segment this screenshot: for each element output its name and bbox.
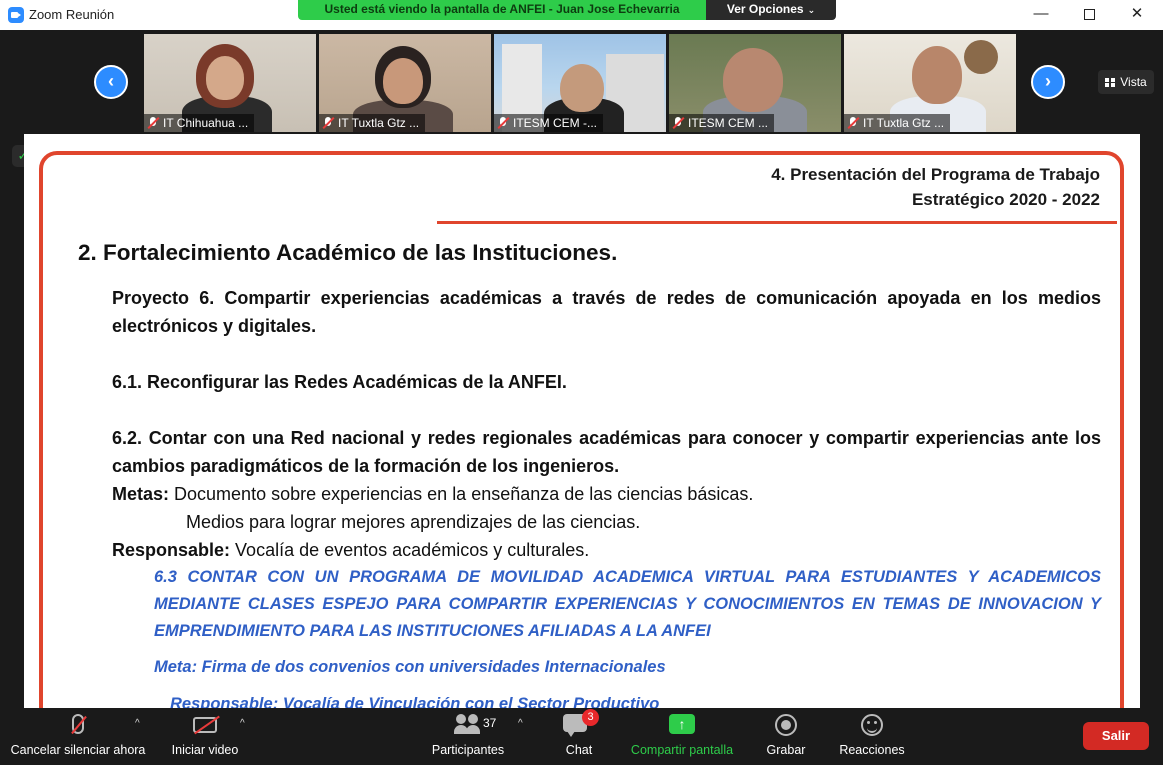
window-title: Zoom Reunión (29, 7, 115, 22)
mic-muted-icon (673, 117, 683, 129)
maximize-button[interactable] (1066, 0, 1112, 30)
responsable-line: Responsable: Vocalía de eventos académic… (112, 536, 1101, 564)
minimize-button[interactable]: — (1018, 0, 1064, 30)
chat-label: Chat (565, 743, 593, 757)
video-options-caret[interactable]: ^ (240, 718, 245, 729)
participant-name: IT Chihuahua ... (144, 114, 255, 132)
share-screen-button[interactable]: ↑ Compartir pantalla (626, 708, 738, 765)
maximize-icon (1083, 9, 1095, 20)
leave-button[interactable]: Salir (1083, 722, 1149, 750)
participant-tile[interactable]: ITESM CEM -... (494, 34, 666, 132)
participants-button[interactable]: 37 Participantes (420, 708, 516, 765)
slide-header-line1: 4. Presentación del Programa de Trabajo (771, 165, 1100, 184)
mic-muted-icon (323, 117, 333, 129)
record-icon (775, 714, 797, 736)
participant-name: ITESM CEM ... (669, 114, 775, 132)
start-video-label: Iniciar video (171, 743, 239, 757)
chevron-down-icon: ⌄ (807, 5, 816, 15)
slide-header: 4. Presentación del Programa de Trabajo … (771, 162, 1100, 212)
grid-icon (1105, 78, 1116, 87)
view-options-label: Ver Opciones (726, 2, 804, 16)
record-label: Grabar (766, 743, 806, 757)
unmute-button[interactable]: Cancelar silenciar ahora (8, 708, 148, 765)
participants-options-caret[interactable]: ^ (518, 718, 523, 729)
meta-6-3: Meta: Firma de dos convenios con univers… (154, 658, 666, 676)
metas-line: Metas: Documento sobre experiencias en l… (112, 480, 1101, 508)
view-label: Vista (1120, 75, 1147, 89)
participant-name: IT Tuxtla Gtz ... (319, 114, 426, 132)
responsable-6-3: Responsable: Vocalía de Vinculación con … (170, 695, 660, 708)
prev-participants-button[interactable]: ‹ (94, 65, 128, 99)
proyecto-text: Proyecto 6. Compartir experiencias acadé… (112, 288, 1101, 336)
header-divider (437, 221, 1117, 224)
microphone-muted-icon (72, 714, 84, 734)
metas-label: Metas: (112, 484, 170, 504)
responsable-value: Vocalía de eventos académicos y cultural… (235, 540, 590, 560)
audio-options-caret[interactable]: ^ (135, 718, 140, 729)
zoom-app-icon (8, 7, 24, 23)
participant-tile[interactable]: IT Chihuahua ... (144, 34, 316, 132)
sharing-banner: Usted está viendo la pantalla de ANFEI -… (298, 0, 706, 20)
participant-name: ITESM CEM -... (494, 114, 603, 132)
participant-tile[interactable]: IT Tuxtla Gtz ... (844, 34, 1016, 132)
item-6-3: 6.3 CONTAR CON UN PROGRAMA DE MOVILIDAD … (154, 568, 1101, 640)
title-bar: Zoom Reunión Usted está viendo la pantal… (0, 0, 1163, 30)
view-button[interactable]: Vista (1098, 70, 1154, 94)
video-strip: ‹ IT Chihuahua ... IT Tuxtla Gtz ... ITE… (0, 30, 1163, 134)
share-screen-label: Compartir pantalla (630, 743, 734, 757)
participant-name: IT Tuxtla Gtz ... (844, 114, 951, 132)
participant-name-label: ITESM CEM ... (688, 116, 769, 130)
meeting-toolbar: Cancelar silenciar ahora ^ Iniciar video… (0, 708, 1163, 765)
participant-name-label: ITESM CEM -... (513, 116, 597, 130)
mic-muted-icon (498, 117, 508, 129)
participant-tile[interactable]: ITESM CEM ... (669, 34, 841, 132)
start-video-button[interactable]: Iniciar video (160, 708, 250, 765)
metas-value: Documento sobre experiencias en la enseñ… (174, 484, 754, 504)
camera-off-icon (193, 717, 217, 733)
reactions-label: Reacciones (839, 743, 905, 757)
participant-tile[interactable]: IT Tuxtla Gtz ... (319, 34, 491, 132)
view-options-button[interactable]: Ver Opciones ⌄ (706, 0, 836, 20)
item-6-1: 6.1. Reconfigurar las Redes Académicas d… (112, 372, 567, 392)
slide-header-line2: Estratégico 2020 - 2022 (911, 190, 1100, 209)
responsable-label: Responsable: (112, 540, 231, 560)
mic-muted-icon (148, 117, 158, 129)
participants-icon (454, 714, 482, 734)
unmute-label: Cancelar silenciar ahora (10, 743, 146, 757)
participant-name-label: IT Tuxtla Gtz ... (863, 116, 945, 130)
reactions-button[interactable]: Reacciones (836, 708, 908, 765)
share-screen-icon: ↑ (669, 714, 695, 734)
chat-unread-badge: 3 (582, 709, 599, 726)
participant-name-label: IT Chihuahua ... (163, 116, 249, 130)
metas-line-2: Medios para lograr mejores aprendizajes … (186, 512, 641, 532)
record-button[interactable]: Grabar (756, 708, 816, 765)
shared-screen: 4. Presentación del Programa de Trabajo … (24, 134, 1140, 708)
slide-heading: 2. Fortalecimiento Académico de las Inst… (78, 240, 618, 265)
smiley-icon (861, 714, 883, 736)
participant-name-label: IT Tuxtla Gtz ... (338, 116, 420, 130)
next-participants-button[interactable]: › (1031, 65, 1065, 99)
close-window-button[interactable]: ✕ (1114, 0, 1160, 30)
participants-count: 37 (483, 716, 497, 730)
mic-muted-icon (848, 117, 858, 129)
chat-button[interactable]: 3 Chat (548, 708, 610, 765)
item-6-2: 6.2. Contar con una Red nacional y redes… (112, 428, 1101, 476)
participants-label: Participantes (431, 743, 505, 757)
